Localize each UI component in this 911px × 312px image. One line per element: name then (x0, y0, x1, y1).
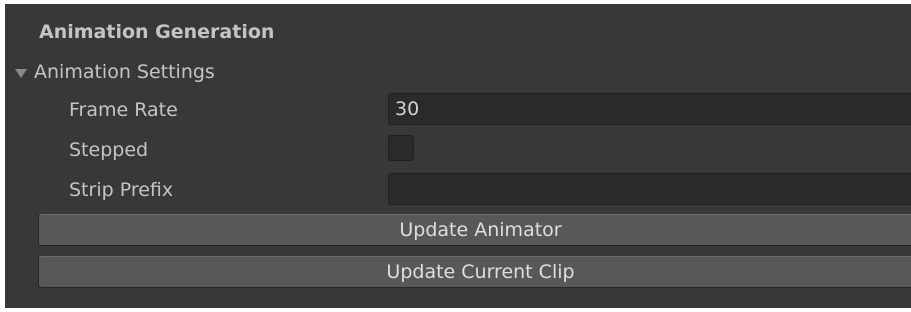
update-current-clip-button[interactable]: Update Current Clip (38, 256, 911, 288)
triangle-down-icon[interactable] (15, 68, 27, 78)
section-title: Animation Generation (39, 21, 275, 43)
frame-rate-field[interactable]: 30 (388, 93, 911, 125)
frame-rate-label: Frame Rate (69, 99, 178, 121)
animation-settings-foldout[interactable]: Animation Settings (15, 59, 215, 85)
stepped-checkbox[interactable] (388, 135, 414, 161)
strip-prefix-label: Strip Prefix (69, 179, 174, 201)
stepped-label: Stepped (69, 139, 149, 161)
update-animator-button[interactable]: Update Animator (38, 214, 911, 246)
strip-prefix-field[interactable] (388, 173, 911, 205)
inspector-panel: Animation Generation Animation Settings … (5, 4, 911, 308)
foldout-label: Animation Settings (34, 61, 215, 83)
